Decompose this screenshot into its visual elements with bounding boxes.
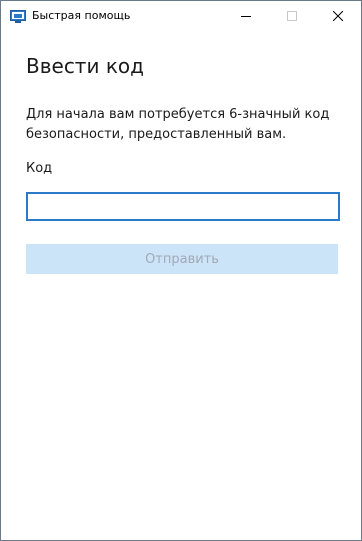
maximize-icon	[287, 11, 297, 21]
submit-button[interactable]: Отправить	[26, 244, 338, 274]
minimize-button[interactable]	[223, 1, 269, 31]
page-title: Ввести код	[26, 54, 144, 78]
instructions-text: Для начала вам потребуется 6-значный код…	[26, 107, 330, 142]
quick-assist-icon	[10, 9, 26, 23]
window-title: Быстрая помощь	[32, 9, 131, 22]
close-icon	[333, 11, 343, 21]
app-window: Быстрая помощь Ввести код Для начала вам…	[0, 0, 362, 541]
maximize-button[interactable]	[269, 1, 315, 31]
title-bar[interactable]: Быстрая помощь	[1, 1, 361, 31]
minimize-icon	[241, 16, 251, 17]
code-field-label: Код	[26, 161, 53, 176]
code-input[interactable]	[26, 192, 340, 221]
close-button[interactable]	[315, 1, 361, 31]
